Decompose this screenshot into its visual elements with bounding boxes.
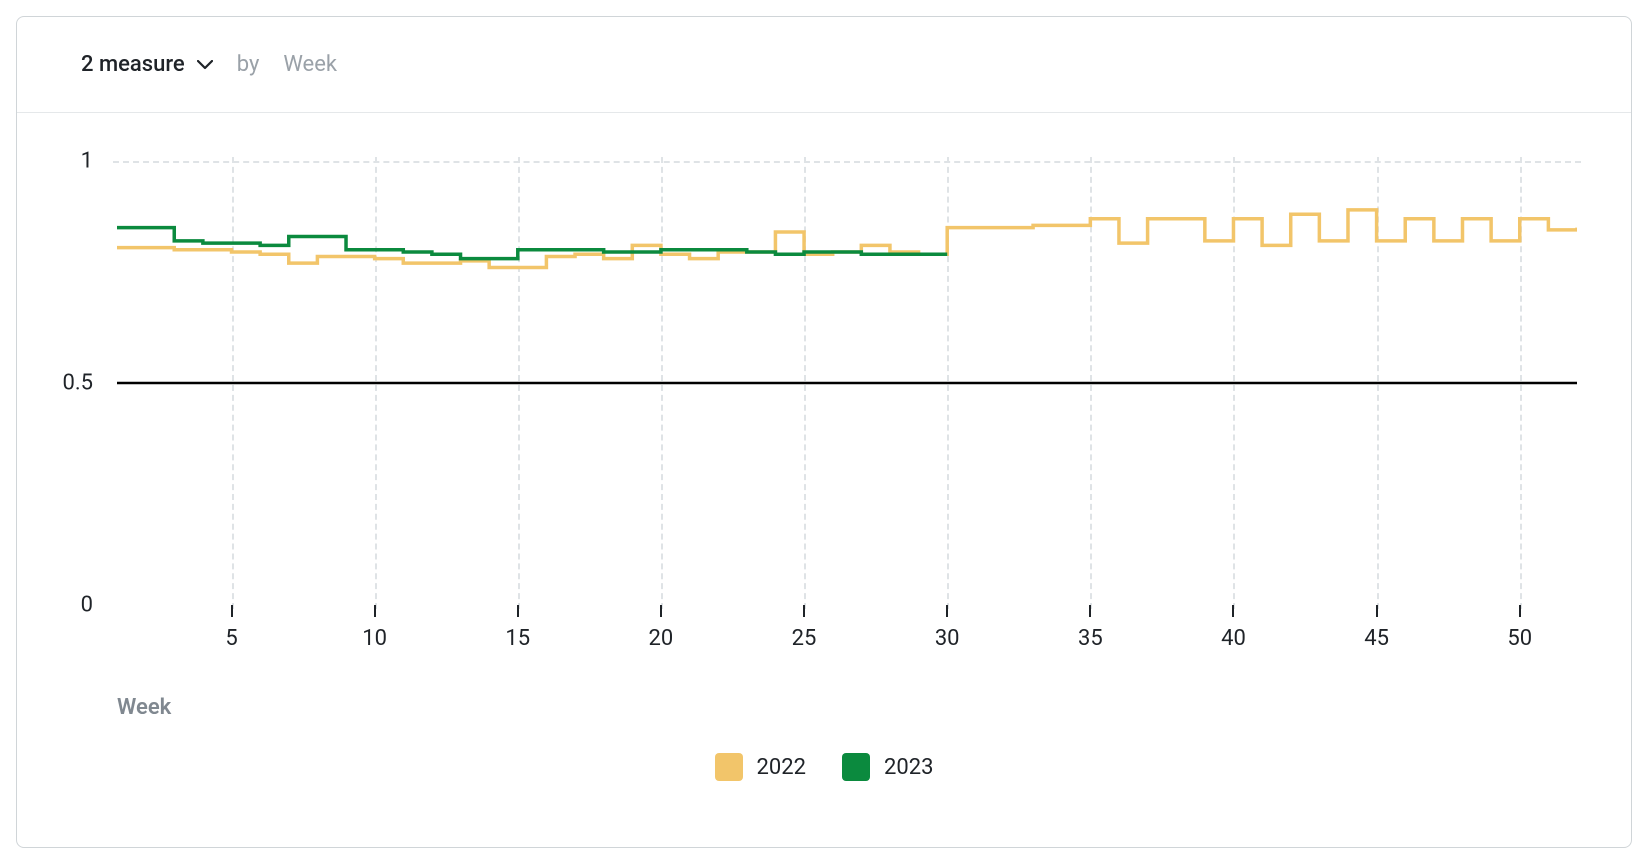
y-tick-label: 1 [81, 149, 93, 174]
gridline-vertical [661, 157, 663, 609]
x-tick [1089, 605, 1091, 617]
y-tick-label: 0 [81, 593, 93, 618]
chart-lines [117, 161, 1577, 605]
chart-card: 2 measure by Week 00.51 5101520253035404… [16, 16, 1632, 848]
y-tick-label: 0.5 [62, 371, 93, 396]
legend-item-2023[interactable]: 2023 [842, 753, 933, 781]
gridline-vertical [1090, 157, 1092, 609]
x-tick-label: 30 [935, 626, 960, 651]
by-label: by [237, 52, 260, 77]
x-tick-label: 35 [1078, 626, 1103, 651]
gridlines [117, 161, 1577, 605]
legend: 2022 2023 [17, 753, 1631, 781]
legend-label: 2022 [757, 755, 806, 780]
chevron-down-icon [197, 60, 213, 70]
measure-dropdown[interactable]: 2 measure [81, 52, 213, 77]
x-tick [517, 605, 519, 617]
legend-item-2022[interactable]: 2022 [715, 753, 806, 781]
x-tick [1232, 605, 1234, 617]
x-tick [660, 605, 662, 617]
dimension-label: Week [283, 52, 337, 77]
gridline-vertical [375, 157, 377, 609]
legend-label: 2023 [884, 755, 933, 780]
legend-swatch-icon [842, 753, 870, 781]
x-tick-label: 10 [362, 626, 387, 651]
gridline-vertical [804, 157, 806, 609]
gridline-horizontal [113, 161, 1581, 163]
x-tick [803, 605, 805, 617]
gridline-vertical [947, 157, 949, 609]
series-2023 [117, 228, 947, 259]
x-tick [374, 605, 376, 617]
gridline-vertical [1520, 157, 1522, 609]
series-2022 [117, 210, 1577, 268]
legend-swatch-icon [715, 753, 743, 781]
x-tick [231, 605, 233, 617]
x-axis-title: Week [117, 695, 171, 720]
plot-area: 00.51 5101520253035404550 Week 2022 2023 [17, 113, 1631, 847]
x-tick-label: 40 [1221, 626, 1246, 651]
x-tick-label: 5 [225, 626, 237, 651]
x-tick [1376, 605, 1378, 617]
chart-header: 2 measure by Week [17, 17, 1631, 113]
x-tick [946, 605, 948, 617]
plot: 00.51 5101520253035404550 [117, 161, 1577, 605]
gridline-vertical [1377, 157, 1379, 609]
x-tick-label: 45 [1364, 626, 1389, 651]
gridline-vertical [518, 157, 520, 609]
x-tick-label: 50 [1507, 626, 1532, 651]
x-tick-label: 25 [792, 626, 817, 651]
x-tick-label: 20 [649, 626, 674, 651]
measure-label: 2 measure [81, 52, 185, 77]
gridline-vertical [232, 157, 234, 609]
gridline-vertical [1233, 157, 1235, 609]
x-tick [1519, 605, 1521, 617]
x-tick-label: 15 [505, 626, 530, 651]
